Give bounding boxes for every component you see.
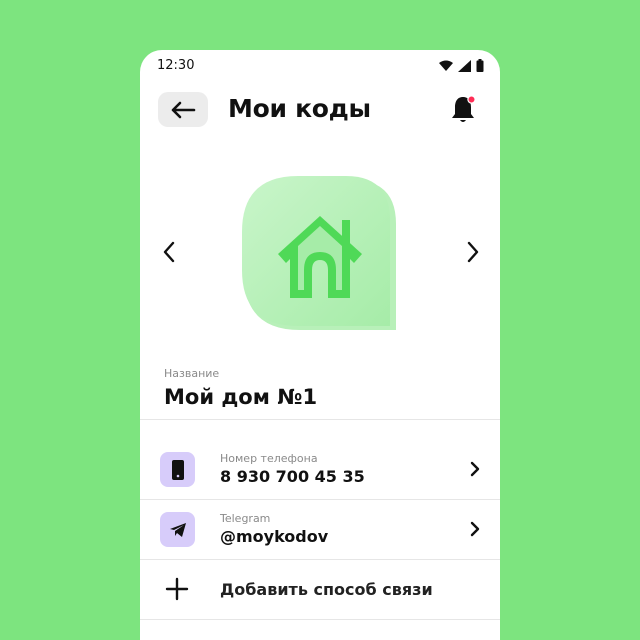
app-header: Мои коды <box>140 90 500 130</box>
page-title: Мои коды <box>228 94 371 123</box>
wifi-icon <box>439 60 453 71</box>
chevron-right-icon[interactable] <box>460 240 484 264</box>
contact-value: @moykodov <box>220 527 329 546</box>
telegram-icon <box>169 522 186 537</box>
chevron-right-icon <box>470 521 480 537</box>
contact-icon-bg <box>160 512 195 547</box>
divider <box>140 499 500 500</box>
code-name-label: Название <box>164 367 220 380</box>
chevron-left-icon[interactable] <box>158 240 182 264</box>
status-time: 12:30 <box>157 58 195 73</box>
chevron-right-icon <box>470 461 480 477</box>
notification-badge <box>467 95 476 104</box>
status-icons <box>439 59 484 72</box>
code-name-value: Мой дом №1 <box>164 385 318 409</box>
battery-icon <box>476 59 484 72</box>
signal-icon <box>458 59 471 72</box>
add-contact-label: Добавить способ связи <box>220 580 433 599</box>
contact-icon-bg <box>160 452 195 487</box>
bell-icon[interactable] <box>448 94 478 126</box>
contact-row-telegram[interactable]: Telegram @moykodov <box>140 512 500 570</box>
divider <box>140 559 500 560</box>
contact-row-phone[interactable]: Номер телефона 8 930 700 45 35 <box>140 452 500 510</box>
back-button[interactable] <box>158 92 208 127</box>
status-bar: 12:30 <box>140 50 500 82</box>
arrow-left-icon <box>171 101 196 118</box>
contact-value: 8 930 700 45 35 <box>220 467 365 486</box>
contact-label: Telegram <box>220 512 271 525</box>
phone-screen: 12:30 Мои коды Название Мой дом №1 Номер… <box>140 50 500 640</box>
add-contact-button[interactable]: Добавить способ связи <box>140 570 500 612</box>
divider <box>140 619 500 620</box>
plus-icon <box>165 577 189 601</box>
house-icon[interactable] <box>240 174 400 334</box>
phone-icon <box>171 459 184 480</box>
divider <box>140 419 500 420</box>
contact-label: Номер телефона <box>220 452 318 465</box>
